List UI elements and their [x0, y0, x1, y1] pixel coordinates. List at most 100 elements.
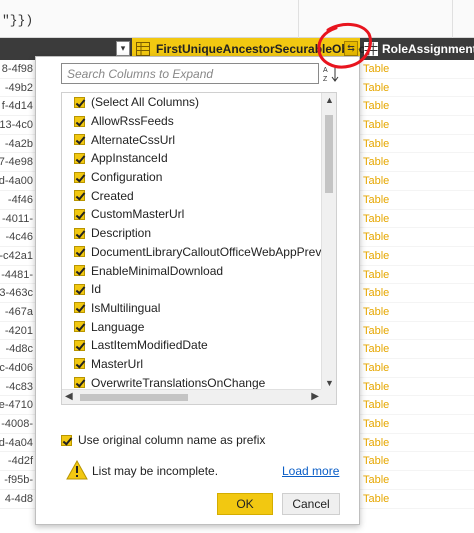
column-option[interactable]: Created	[62, 186, 322, 205]
prefix-checkbox[interactable]	[61, 434, 72, 446]
table-cell[interactable]: 13-4c0	[0, 116, 35, 135]
table-link-cell[interactable]: Table	[360, 60, 474, 79]
column-checkbox[interactable]	[74, 171, 85, 183]
column-checkbox[interactable]	[74, 246, 85, 258]
vertical-scrollbar[interactable]: ▲ ▼	[321, 93, 336, 390]
column-checkbox[interactable]	[74, 227, 85, 239]
column-option[interactable]: EnableMinimalDownload	[62, 261, 322, 280]
sort-az-button[interactable]: A Z	[321, 65, 341, 83]
table-link-cell[interactable]: Table	[360, 247, 474, 266]
column-checkbox[interactable]	[74, 134, 85, 146]
table-cell[interactable]: -4a2b	[0, 135, 35, 154]
table-link-cell[interactable]: Table	[360, 135, 474, 154]
table-link-cell[interactable]: Table	[360, 172, 474, 191]
column-option[interactable]: Description	[62, 224, 322, 243]
ok-button[interactable]: OK	[217, 493, 273, 515]
column-checkbox[interactable]	[74, 339, 85, 351]
table-link-cell[interactable]: Table	[360, 79, 474, 98]
table-link-cell[interactable]: Table	[360, 210, 474, 229]
table-link-cell[interactable]: Table	[360, 471, 474, 490]
column-filter-dropdown-button[interactable]: ▾	[116, 41, 130, 56]
column-checkbox[interactable]	[74, 190, 85, 202]
column-option[interactable]: DocumentLibraryCalloutOfficeWebAppPrevie…	[62, 243, 322, 262]
horizontal-scroll-thumb[interactable]	[80, 394, 188, 401]
table-link-cell[interactable]: Table	[360, 191, 474, 210]
table-link-cell[interactable]: Table	[360, 434, 474, 453]
table-link-cell[interactable]: Table	[360, 378, 474, 397]
column-option[interactable]: CustomMasterUrl	[62, 205, 322, 224]
search-columns-box[interactable]	[61, 63, 319, 84]
table-cell[interactable]: -4c46	[0, 228, 35, 247]
column-checkbox[interactable]	[74, 377, 85, 389]
table-link-cell[interactable]: Table	[360, 97, 474, 117]
column-checkbox[interactable]	[74, 358, 85, 370]
column-checkbox[interactable]	[74, 321, 85, 333]
table-link-cell[interactable]: Table	[360, 116, 474, 135]
table-link-cell[interactable]: Table	[360, 452, 474, 472]
vertical-scroll-thumb[interactable]	[325, 115, 333, 193]
table-link-cell[interactable]: Table	[360, 340, 474, 359]
table-link-cell[interactable]: Table	[360, 153, 474, 173]
table-cell[interactable]: d-4a04	[0, 434, 35, 453]
table-cell[interactable]: 8-4f98	[0, 60, 35, 79]
table-link-cell[interactable]: Table	[360, 359, 474, 378]
table-cell[interactable]: -4d8c	[0, 340, 35, 359]
table-link-cell[interactable]: Table	[360, 415, 474, 434]
column-checkbox[interactable]	[74, 208, 85, 220]
scroll-down-icon[interactable]: ▼	[325, 378, 334, 388]
load-more-link[interactable]: Load more	[282, 464, 339, 478]
column-option[interactable]: AlternateCssUrl	[62, 130, 322, 149]
column-option[interactable]: OverwriteTranslationsOnChange	[62, 373, 322, 390]
table-cell[interactable]: f-4d14	[0, 97, 35, 117]
table-cell[interactable]: -4011-	[0, 210, 35, 229]
table-link-cell[interactable]: Table	[360, 322, 474, 341]
column-checkbox[interactable]	[74, 115, 85, 127]
table-cell[interactable]: -4481-	[0, 266, 35, 285]
column-option[interactable]: Configuration	[62, 168, 322, 187]
column-checkbox[interactable]	[74, 152, 85, 164]
search-columns-input[interactable]	[62, 64, 318, 83]
horizontal-scrollbar[interactable]: ◀ ▶	[62, 389, 322, 404]
scroll-left-icon[interactable]: ◀	[65, 391, 73, 402]
table-cell[interactable]: -4d2f	[0, 452, 35, 472]
table-cell[interactable]: -4f46	[0, 191, 35, 210]
table-link-cell[interactable]: Table	[360, 228, 474, 247]
table-cell[interactable]: e-4710	[0, 396, 35, 416]
table-cell[interactable]: -4201	[0, 322, 35, 341]
table-cell[interactable]: 3-463c	[0, 284, 35, 303]
table-cell[interactable]: 7-4e98	[0, 153, 35, 173]
prefix-option[interactable]: Use original column name as prefix	[61, 432, 265, 448]
column-option[interactable]: LastItemModifiedDate	[62, 336, 322, 355]
table-link-cell[interactable]: Table	[360, 303, 474, 322]
table-link-cell[interactable]: Table	[360, 284, 474, 303]
table-cell[interactable]: -4c83	[0, 378, 35, 397]
column-option[interactable]: MasterUrl	[62, 355, 322, 374]
table-cell[interactable]: -f95b-	[0, 471, 35, 490]
column-option[interactable]: AllowRssFeeds	[62, 112, 322, 131]
table-cell[interactable]: 4-4d8	[0, 490, 35, 509]
expand-column-button[interactable]: ⇆	[344, 41, 358, 56]
table-cell[interactable]: d-4a00	[0, 172, 35, 191]
column-checkbox[interactable]	[74, 302, 85, 314]
column-option[interactable]: Language	[62, 317, 322, 336]
scroll-right-icon[interactable]: ▶	[311, 391, 319, 402]
table-cell[interactable]: -49b2	[0, 79, 35, 98]
table-link-cell[interactable]: Table	[360, 266, 474, 285]
cancel-button[interactable]: Cancel	[282, 493, 340, 515]
column-option[interactable]: Id	[62, 280, 322, 299]
table-cell[interactable]: -c42a1	[0, 247, 35, 266]
table-cell[interactable]: c-4d06	[0, 359, 35, 378]
column-checkbox[interactable]	[74, 96, 85, 108]
table-link-cell[interactable]: Table	[360, 490, 474, 509]
column-option[interactable]: (Select All Columns)	[62, 93, 322, 112]
table-cell[interactable]: -467a	[0, 303, 35, 322]
formula-bar[interactable]: "}})	[0, 0, 474, 38]
column-checkbox[interactable]	[74, 283, 85, 295]
scroll-up-icon[interactable]: ▲	[325, 95, 334, 105]
column-header-role-assignments[interactable]: RoleAssignments	[362, 38, 474, 60]
column-option[interactable]: IsMultilingual	[62, 299, 322, 318]
table-cell[interactable]: -4008-	[0, 415, 35, 434]
table-link-cell[interactable]: Table	[360, 396, 474, 416]
column-option[interactable]: AppInstanceId	[62, 149, 322, 168]
column-checkbox[interactable]	[74, 265, 85, 277]
